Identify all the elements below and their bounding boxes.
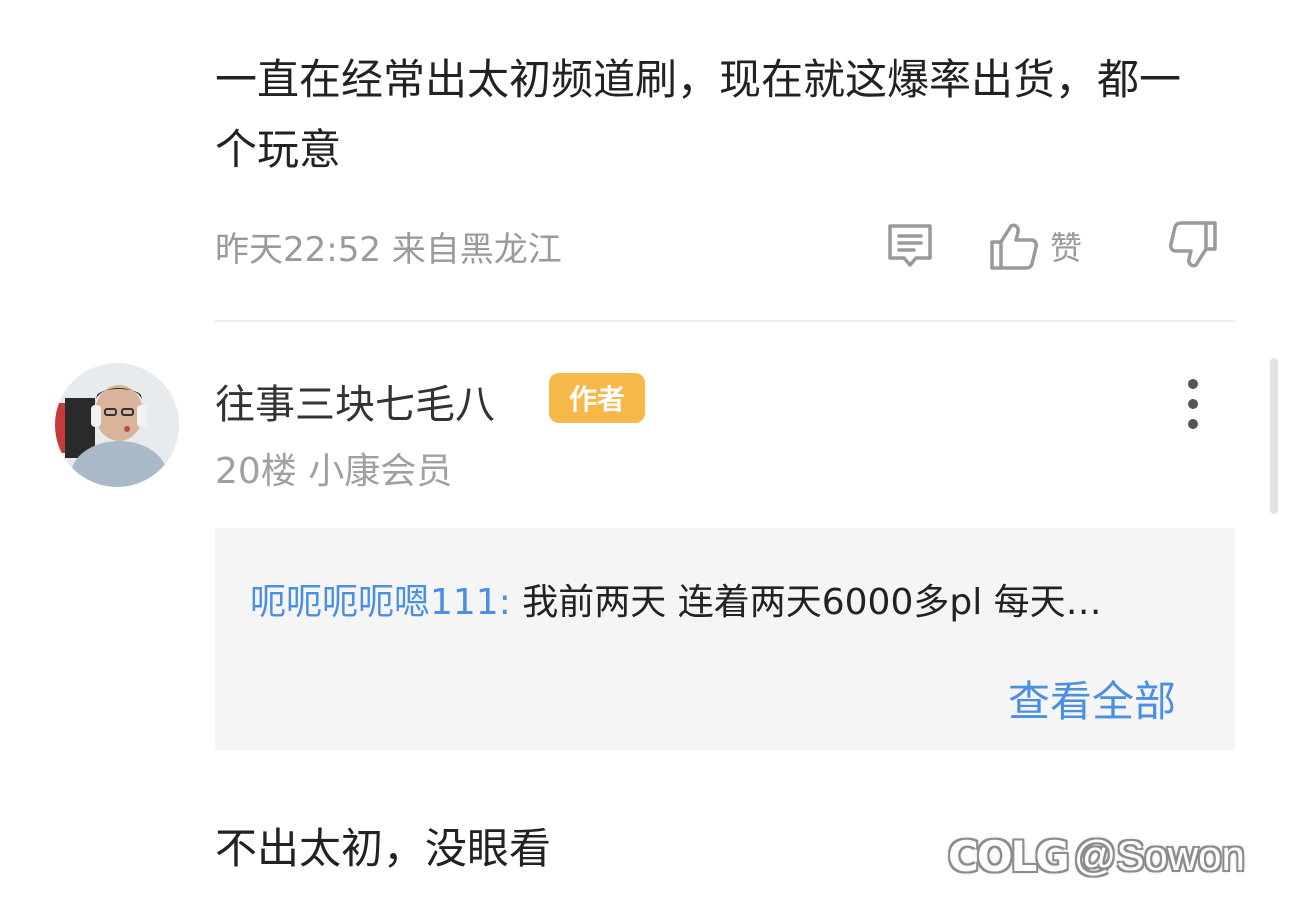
comment-content: 不出太初，没眼看 xyxy=(215,824,552,873)
watermark-handle: @Sowon xyxy=(1073,832,1245,879)
reply-text: 我前两天 连着两天6000多pl 每天… xyxy=(522,582,1102,623)
author-badge: 作者 xyxy=(549,373,645,423)
more-options-button[interactable] xyxy=(1172,376,1214,432)
previous-comment-content: 一直在经常出太初频道刷，现在就这爆率出货，都一个玩意 xyxy=(215,55,1182,174)
watermark-logo: COLG xyxy=(948,831,1070,881)
thumbs-up-icon xyxy=(990,223,1038,270)
reply-preview-line: 呃呃呃呃嗯111: 我前两天 连着两天6000多pl 每天… xyxy=(250,573,1202,625)
watermark: COLG @Sowon xyxy=(948,826,1245,886)
avatar-image xyxy=(55,363,179,487)
comment-time-location: 昨天22:52 来自黑龙江 xyxy=(215,230,562,270)
dislike-button[interactable] xyxy=(1166,218,1220,272)
username[interactable]: 往事三块七毛八 xyxy=(215,372,495,430)
scrollbar[interactable] xyxy=(1270,358,1278,514)
reply-username[interactable]: 呃呃呃呃嗯111: xyxy=(250,582,511,623)
more-vertical-icon xyxy=(1188,379,1198,429)
user-avatar[interactable] xyxy=(55,363,179,487)
floor-member-info: 20楼 小康会员 xyxy=(215,451,453,492)
like-button[interactable]: 赞 xyxy=(988,218,1082,274)
comment-divider xyxy=(215,320,1235,322)
view-all-replies-link[interactable]: 查看全部 xyxy=(1008,668,1176,729)
thumbs-down-icon xyxy=(1169,221,1217,268)
reply-button[interactable] xyxy=(884,220,936,272)
comment-icon xyxy=(888,224,932,267)
like-label: 赞 xyxy=(1050,229,1083,267)
